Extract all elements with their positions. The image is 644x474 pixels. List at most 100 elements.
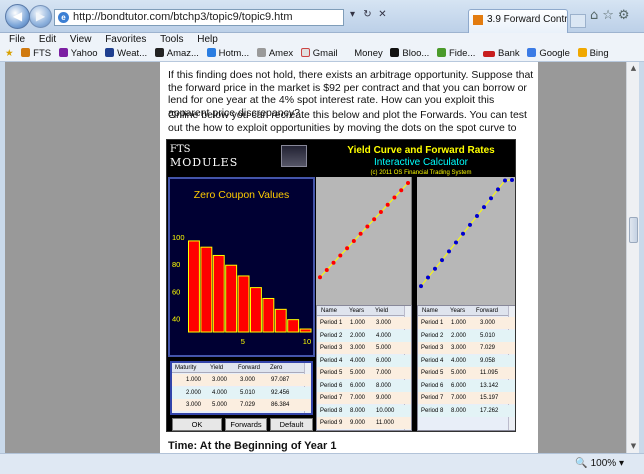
gear-icon[interactable]: ⚙ [618,8,634,23]
forward-table[interactable]: Name Years Forward Period 1 1.000 3.000 Per… [417,305,515,431]
zero-table-cell: 3.000 [186,402,202,408]
menu-edit[interactable]: Edit [39,33,56,46]
yield-table-row[interactable]: Period 6 6.000 8.000 [317,379,411,392]
stop-icon[interactable]: ✕ [375,9,390,20]
forward-table-row[interactable]: Period 3 3.000 7.029 [418,342,515,354]
default-button[interactable]: Default [270,418,313,431]
forward-table-row[interactable]: Period 6 6.000 13.142 [418,379,515,392]
zero-col-forward: Forward [238,365,261,371]
fav-weather[interactable]: Weat... [105,47,147,61]
forward-table-cell: 2.000 [451,332,467,339]
yield-table-cell: 4.000 [350,357,366,364]
scroll-up-icon[interactable]: ▲ [629,64,638,73]
forward-curve-plot [417,177,515,305]
refresh-icon[interactable]: ↻ [360,9,375,20]
zoom-level[interactable]: 🔍 100% ▾ [575,458,624,469]
address-bar[interactable]: e http://bondtutor.com/btchp3/topic9/top… [54,9,344,26]
new-tab-button[interactable] [570,14,586,28]
fav-yahoo[interactable]: Yahoo [58,47,98,61]
fav-google[interactable]: Google [527,47,570,61]
forward-table-row[interactable]: Period 1 1.000 3.000 [418,317,515,329]
fts-logo-bottom: MODULES [170,156,239,169]
yield-table-row[interactable]: Period 4 4.000 6.000 [317,354,411,367]
menu-help[interactable]: Help [197,33,218,46]
forward-table-row[interactable]: Period 4 4.000 9.058 [418,354,515,367]
yield-table-row[interactable]: Period 1 1.000 3.000 [317,317,411,329]
yield-table-cell: 10.000 [376,407,395,414]
forward-table-cell: Period 3 [421,345,444,351]
address-text: http://bondtutor.com/btchp3/topic9/topic… [73,11,293,23]
zero-table-row[interactable]: 1.000 3.000 3.000 97.087 [172,374,311,386]
forward-table-row[interactable]: Period 5 5.000 11.095 [418,367,515,379]
yield-table-cell: Period 4 [320,357,343,364]
yield-table-row[interactable]: Period 2 2.000 4.000 [317,329,411,342]
fav-amex[interactable]: Amex [256,47,293,61]
toolbar-icons: ⌂☆⚙ [590,8,634,23]
back-button[interactable]: ◀ [5,4,30,29]
zoom-icon: 🔍 [575,458,588,469]
menu-favorites[interactable]: Favorites [105,33,146,46]
forward-table-cell: 7.029 [480,345,496,351]
menu-tools[interactable]: Tools [160,33,183,46]
zero-coupon-chart: 40 60 80 100 5 10 Zero Coupon Values [168,177,315,357]
yield-table-row[interactable]: Period 8 8.000 10.000 [317,404,411,417]
yield-table-cell: 3.000 [376,320,392,326]
forward-dot [447,249,451,254]
favorites-star-icon[interactable]: ☆ [602,8,618,23]
forward-dot [482,205,486,210]
yield-table-row[interactable]: Period 7 7.000 9.000 [317,392,411,404]
y-tick-label: 80 [172,260,180,269]
fav-bing[interactable]: Bing [577,47,609,61]
forward-table-row[interactable]: Period 8 8.000 17.262 [418,404,515,417]
yield-table-row[interactable]: Period 3 3.000 5.000 [317,342,411,354]
zero-table-row[interactable]: 3.000 5.000 7.029 86.384 [172,399,311,411]
zero-bar [299,328,312,333]
favorites-star-icon[interactable]: ★ [5,47,14,61]
forward-table-row[interactable]: Period 2 2.000 5.010 [418,329,515,342]
yahoo-icon [58,48,68,57]
yield-dot [351,239,356,243]
fav-hotmail[interactable]: Hotm... [206,47,249,61]
forward-table-row[interactable]: Period 7 7.000 15.197 [418,392,515,404]
yield-table-row[interactable]: Period 5 5.000 7.000 [317,367,411,379]
fav-bloomberg[interactable]: Bloo... [390,47,429,61]
zero-table[interactable]: Maturity Yield Forward Zero 1.000 3.000 3.… [170,361,313,415]
yield-curve-plot[interactable] [316,177,412,305]
zero-table-cell: 7.029 [240,402,256,408]
forward-table-cell: 1.000 [451,320,467,326]
zero-table-cell: 5.010 [240,389,256,396]
yield-dot [372,217,377,222]
bing-icon [577,48,587,57]
fts-applet[interactable]: FTS MODULES Yield Curve and Forward Rate… [166,139,516,432]
fav-fidelity[interactable]: Fide... [436,47,475,61]
yield-table[interactable]: Name Years Yield Period 1 1.000 3.000 Perio… [316,305,412,431]
home-icon[interactable]: ⌂ [590,8,602,23]
forward-table-cell: 13.142 [480,382,499,389]
page-scrollbar[interactable]: ▲ ▼ [626,62,639,453]
menu-bar: File Edit View Favorites Tools Help [0,33,644,47]
fav-bank[interactable]: Bank [483,47,520,61]
zero-table-row[interactable]: 2.000 4.000 5.010 92.456 [172,386,311,399]
fav-gmail[interactable]: Gmail [300,47,338,61]
yield-table-row[interactable]: Period 9 9.000 11.000 [317,417,411,429]
fav-money[interactable]: Money [354,47,383,61]
yield-table-cell: 1.000 [350,320,366,326]
google-icon [527,48,537,57]
dropdown-icon[interactable]: ▾ [345,9,360,20]
menu-view[interactable]: View [70,33,92,46]
forward-dot [468,222,472,227]
tab-forward-contracts[interactable]: 3.9 Forward Contracts [468,9,568,33]
zoom-dropdown-icon[interactable]: ▾ [619,458,624,469]
scroll-down-icon[interactable]: ▼ [629,442,638,451]
ok-button[interactable]: OK [172,418,222,431]
forward-button[interactable]: ▶ [29,5,52,28]
applet-copyright: (c) 2011 OS Financial Trading System [370,170,472,176]
scroll-thumb[interactable] [629,217,638,243]
menu-file[interactable]: File [9,33,25,46]
zero-bar [287,319,300,333]
yield-curve-svg[interactable] [316,177,412,305]
fav-amazon[interactable]: Amaz... [154,47,199,61]
forward-table-cell: 8.000 [451,407,467,414]
forwards-button[interactable]: Forwards [225,418,267,431]
fav-fts[interactable]: FTS [21,47,51,61]
